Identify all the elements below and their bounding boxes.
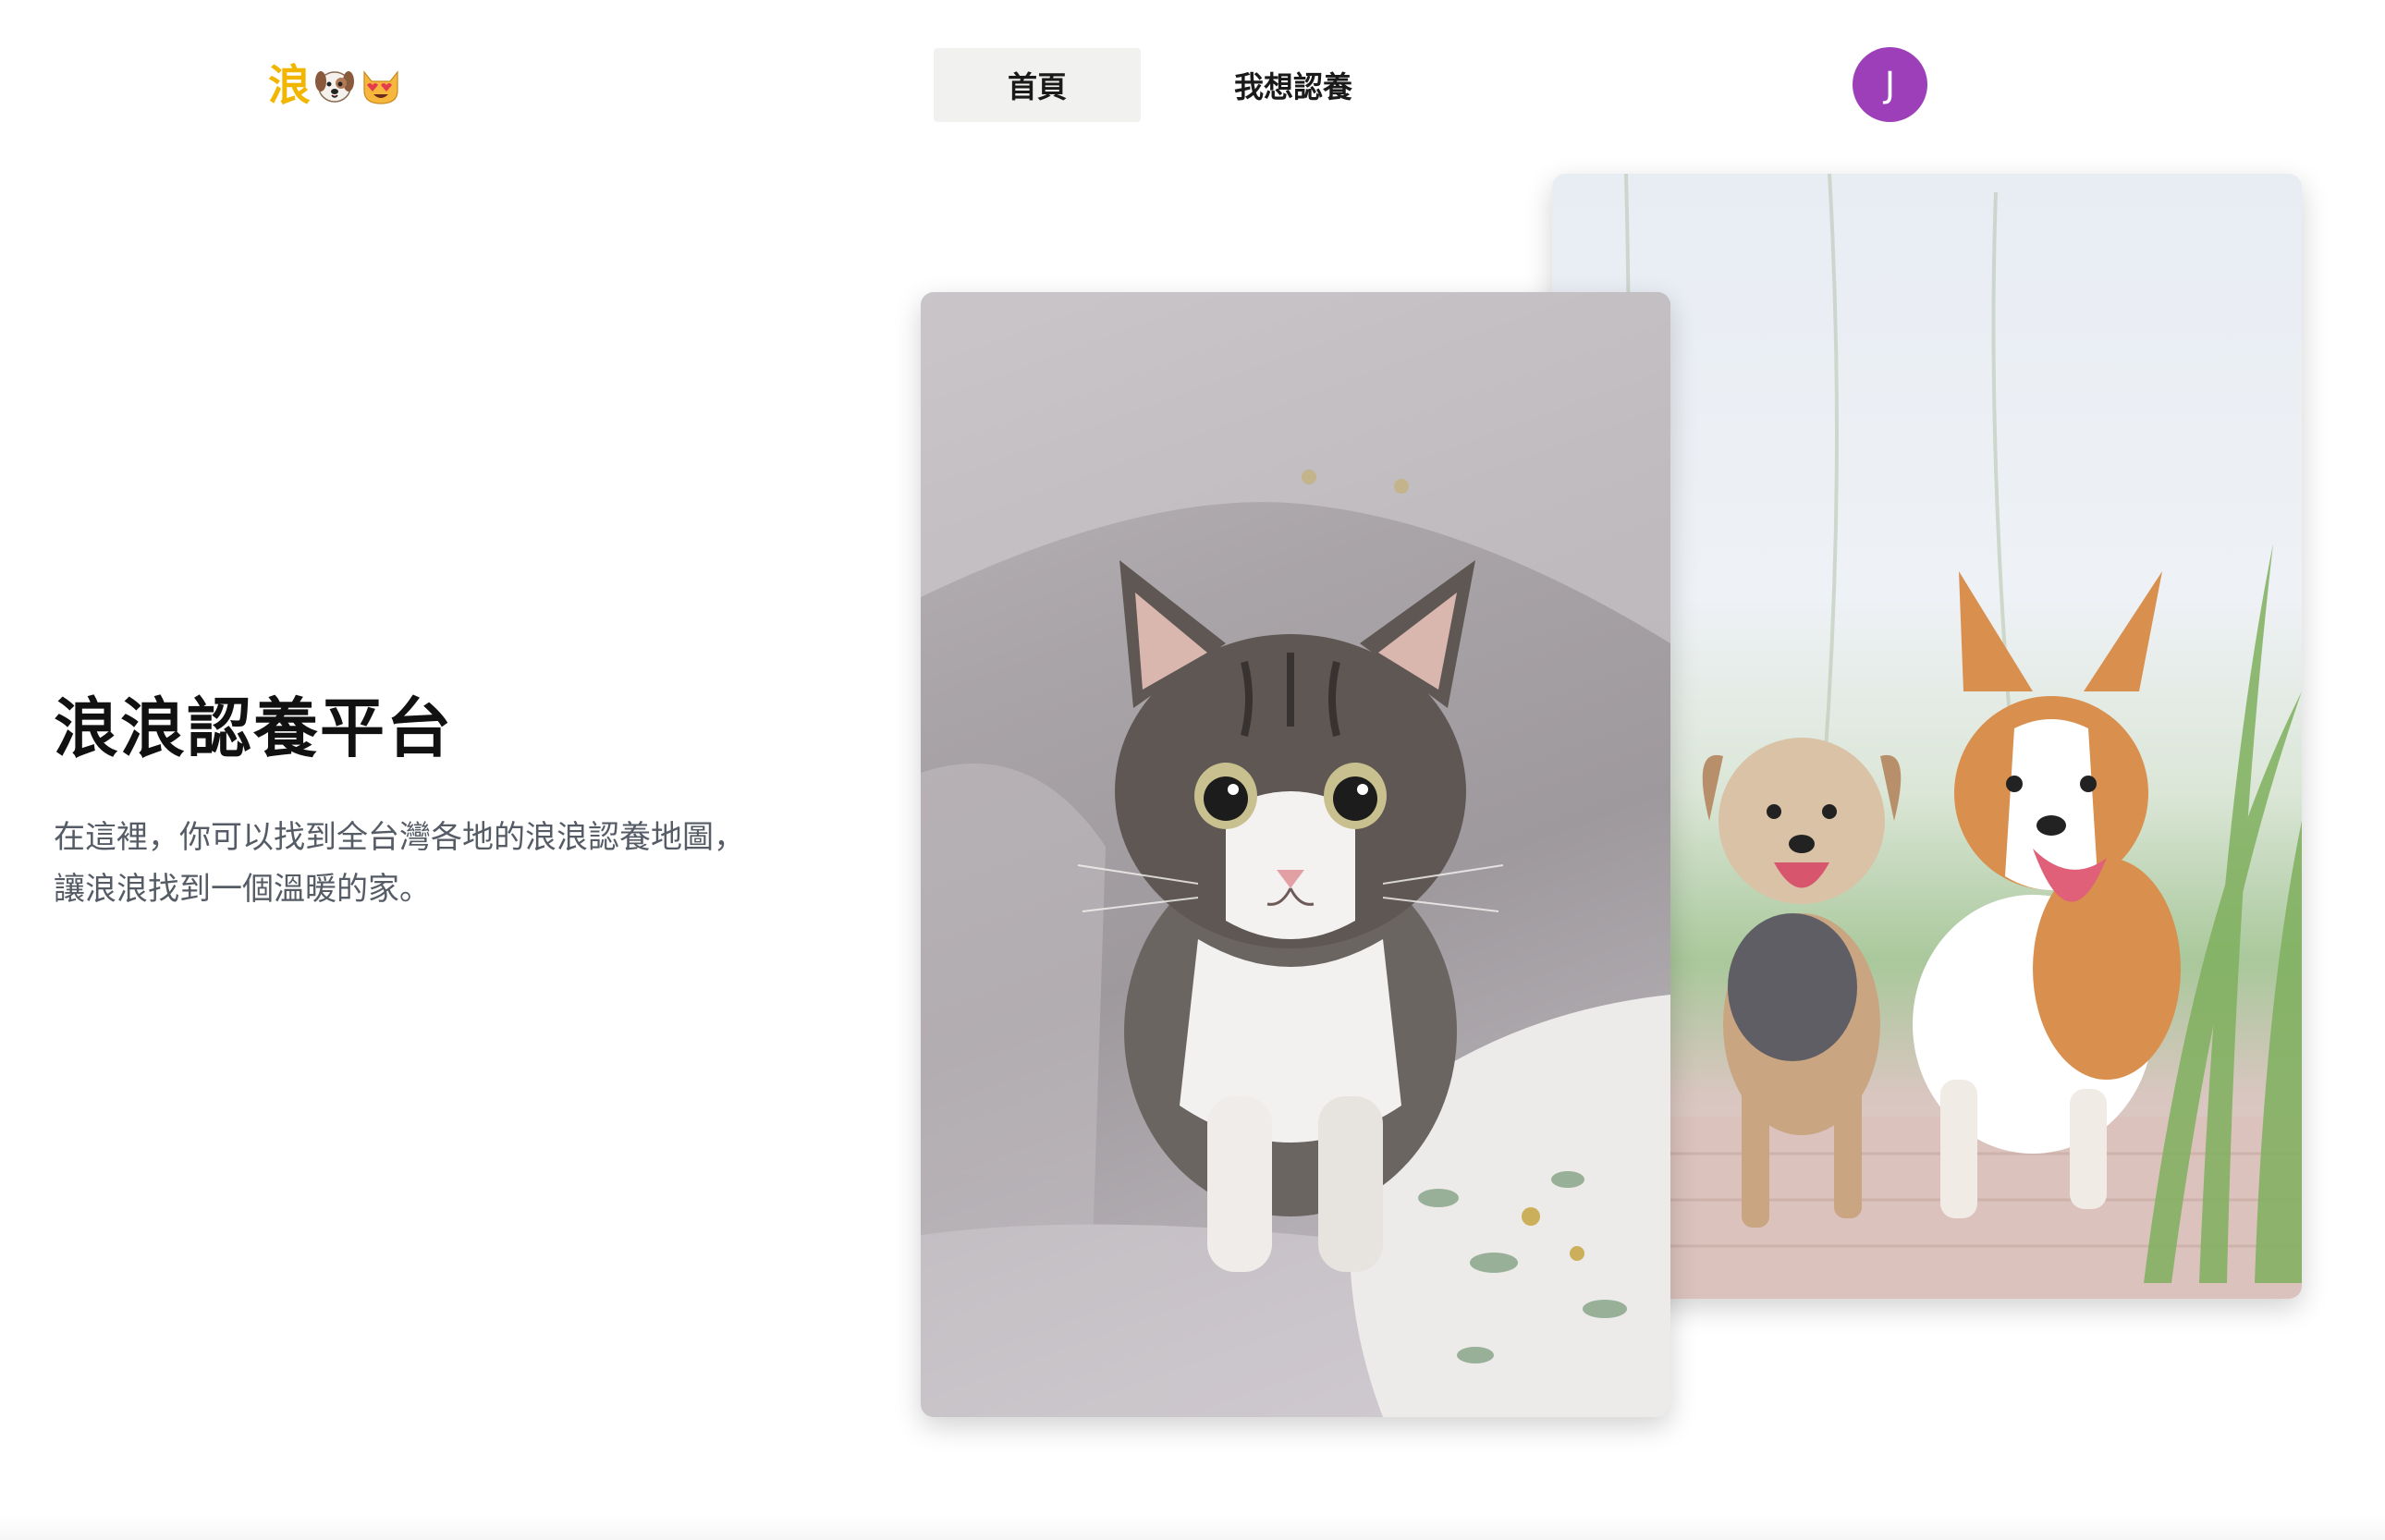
hero-description-line-2: 讓浪浪找到一個溫暖的家。 — [54, 871, 431, 908]
hero-description: 在這裡，你可以找到全台灣各地的浪浪認養地圖， 讓浪浪找到一個溫暖的家。 — [54, 812, 849, 915]
page: 浪 首頁 我想認養 J 浪浪認養平台 在這裡，你可以找到全台灣各地的浪浪認養地圖… — [0, 0, 2385, 1540]
main-nav: 首頁 我想認養 — [934, 48, 1446, 122]
kitten-illustration — [921, 292, 1670, 1417]
user-avatar[interactable]: J — [1853, 47, 1927, 122]
nav-item-home[interactable]: 首頁 — [934, 48, 1141, 122]
hero-title: 浪浪認養平台 — [54, 691, 453, 766]
nav-item-adopt[interactable]: 我想認養 — [1141, 48, 1446, 122]
dog-face-icon — [312, 63, 357, 107]
logo-text: 浪 — [268, 60, 311, 110]
hero-description-line-1: 在這裡，你可以找到全台灣各地的浪浪認養地圖， — [54, 819, 745, 856]
kitten-photo — [921, 292, 1670, 1417]
heart-eyes-cat-icon — [359, 63, 403, 107]
page-bottom-edge — [0, 1516, 2385, 1540]
site-logo[interactable]: 浪 — [268, 54, 403, 116]
